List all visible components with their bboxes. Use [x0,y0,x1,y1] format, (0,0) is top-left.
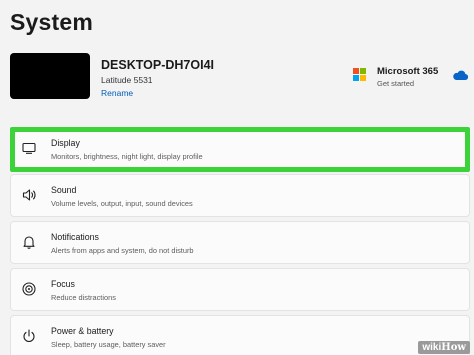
settings-item-notifications[interactable]: Notifications Alerts from apps and syste… [10,221,470,264]
device-thumbnail [10,53,90,99]
settings-item-description: Volume levels, output, input, sound devi… [51,199,193,208]
focus-icon [22,282,36,296]
page-title: System [10,9,94,35]
settings-item-description: Reduce distractions [51,293,116,302]
settings-list: Display Monitors, brightness, night ligh… [10,127,470,355]
speaker-icon [22,189,36,201]
microsoft-365-title[interactable]: Microsoft 365 [377,66,438,77]
settings-item-description: Alerts from apps and system, do not dist… [51,246,194,255]
settings-item-sound[interactable]: Sound Volume levels, output, input, soun… [10,174,470,217]
device-model: Latitude 5531 [101,75,153,85]
settings-item-title: Focus [51,279,75,289]
settings-item-description: Monitors, brightness, night light, displ… [51,152,203,161]
wikihow-watermark: wikiHow [418,341,470,354]
monitor-icon [22,142,36,154]
settings-item-focus[interactable]: Focus Reduce distractions [10,268,470,311]
settings-item-title: Sound [51,185,77,195]
settings-item-title: Display [51,138,80,148]
settings-item-title: Notifications [51,232,99,242]
power-icon [23,329,35,343]
system-settings-page: System DESKTOP-DH7OI4I Latitude 5531 Ren… [0,0,474,355]
rename-link[interactable]: Rename [101,88,133,98]
microsoft-logo-icon [353,68,366,81]
bell-icon [23,236,35,249]
settings-item-display[interactable]: Display Monitors, brightness, night ligh… [10,127,470,172]
settings-item-title: Power & battery [51,326,114,336]
device-name: DESKTOP-DH7OI4I [101,58,214,72]
settings-item-power-battery[interactable]: Power & battery Sleep, battery usage, ba… [10,315,470,355]
onedrive-cloud-icon[interactable] [452,70,468,81]
settings-item-description: Sleep, battery usage, battery saver [51,340,166,349]
microsoft-365-subtitle: Get started [377,79,415,88]
